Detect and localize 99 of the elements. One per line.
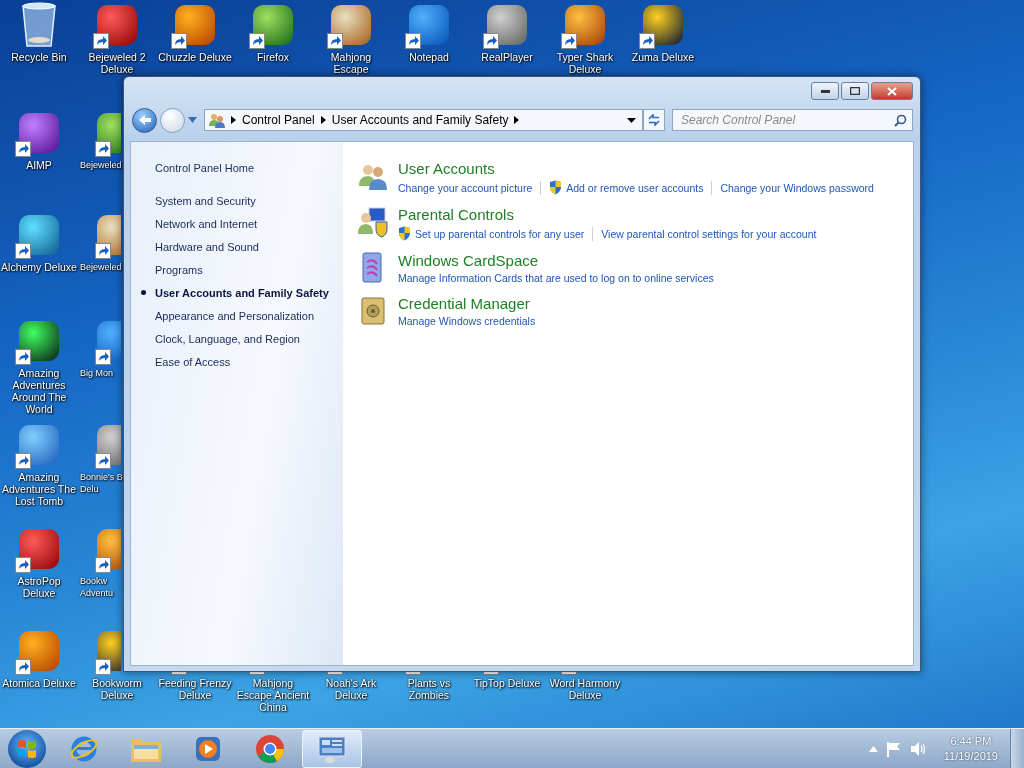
show-hidden-icons-button[interactable]	[868, 745, 878, 752]
refresh-button[interactable]	[643, 109, 665, 131]
app-icon	[173, 3, 217, 47]
breadcrumb-item[interactable]: User Accounts and Family Safety	[331, 113, 509, 127]
shield-icon	[549, 180, 563, 195]
minimize-icon	[820, 89, 830, 93]
icon-label: Mahjong Escape Ancient China	[235, 677, 311, 713]
icon-label: RealPlayer	[481, 51, 533, 63]
category-title[interactable]: Credential Manager	[398, 295, 530, 312]
task-link[interactable]: Set up parental controls for any user	[398, 226, 585, 241]
app-icon	[251, 3, 295, 47]
speaker-icon	[909, 740, 926, 757]
app-icon	[17, 423, 61, 467]
close-button[interactable]	[871, 82, 913, 100]
task-link[interactable]: Change your Windows password	[720, 181, 874, 194]
windows-logo-icon	[17, 738, 37, 759]
address-bar[interactable]: Control Panel User Accounts and Family Safety	[204, 109, 643, 131]
app-icon	[17, 319, 61, 363]
icon-label: Atomica Deluxe	[2, 677, 76, 689]
back-button[interactable]	[132, 107, 157, 133]
close-icon	[887, 86, 897, 96]
breadcrumb-arrow-icon	[514, 116, 520, 124]
icon-label: Notepad	[409, 51, 449, 63]
maximize-icon	[850, 87, 860, 95]
flag-icon	[885, 740, 902, 757]
control-panel-icon	[209, 112, 225, 128]
category-title[interactable]: Windows CardSpace	[398, 252, 539, 269]
icon-label: Bookw Adventu	[80, 575, 115, 599]
recent-pages-button[interactable]	[188, 117, 197, 123]
show-desktop-button[interactable]	[1010, 729, 1024, 768]
shield-icon	[398, 226, 411, 241]
flag-button[interactable]	[885, 740, 902, 757]
icon-label: Firefox	[256, 51, 290, 63]
breadcrumb-arrow-icon	[320, 116, 326, 124]
icon-label: Bejeweled	[80, 159, 122, 171]
chrome-icon	[255, 733, 285, 764]
icon-label: Mahjong Escape	[329, 51, 373, 75]
app-icon	[17, 527, 61, 571]
category-title[interactable]: Parental Controls	[398, 206, 514, 223]
icon-label: Alchemy Deluxe	[1, 261, 77, 273]
app-icon	[641, 3, 685, 47]
task-link[interactable]: View parental control settings for your account	[601, 227, 817, 240]
app-icon	[17, 111, 61, 155]
app-icon	[407, 3, 451, 47]
icon-label: Bonnie's B Delu	[80, 471, 124, 495]
sidebar-item[interactable]: Clock, Language, and Region	[155, 327, 300, 350]
app-icon	[17, 629, 61, 673]
icon-label: Amazing Adventures The Lost Tomb	[1, 471, 77, 507]
recycle-bin-icon	[20, 2, 58, 48]
sidebar-item[interactable]: System and Security	[155, 189, 256, 212]
app-icon	[17, 213, 61, 257]
icon-label: Chuzzle Deluxe	[158, 51, 232, 63]
volume-button[interactable]	[909, 740, 926, 757]
taskbar-button[interactable]	[302, 729, 362, 768]
up-arrow-icon	[868, 745, 878, 752]
search-field[interactable]: Search Control Panel	[672, 109, 913, 131]
task-link[interactable]: Change your account picture	[398, 181, 533, 194]
app-icon	[485, 3, 529, 47]
icon-label: Word Harmony Deluxe	[548, 677, 622, 701]
task-link[interactable]: Add or remove user accounts	[549, 180, 704, 195]
start-button[interactable]	[8, 729, 46, 768]
sidebar-item[interactable]: Hardware and Sound	[155, 235, 259, 258]
icon-label: Big Mon	[80, 367, 114, 379]
parental-controls-icon	[357, 206, 389, 238]
icon-label: Plants vs Zombies	[406, 677, 452, 701]
icon-label: Bookworm Deluxe	[91, 677, 143, 701]
icon-label: AstroPop Deluxe	[16, 575, 62, 599]
app-icon	[563, 3, 607, 47]
icon-label: Typer Shark Deluxe	[555, 51, 615, 75]
breadcrumb-arrow-icon	[231, 116, 236, 124]
breadcrumb-item[interactable]: Control Panel	[242, 113, 315, 127]
sidebar-item[interactable]: Ease of Access	[155, 350, 231, 373]
sidebar-item[interactable]: Appearance and Personalization	[155, 304, 314, 327]
sidebar-item[interactable]: Programs	[155, 258, 203, 281]
icon-label: Bejeweled	[80, 261, 122, 273]
icon-label: TipTop Deluxe	[473, 677, 541, 689]
icon-label: AIMP	[26, 159, 52, 171]
app-icon	[329, 3, 373, 47]
maximize-button[interactable]	[841, 82, 869, 100]
caret-icon	[188, 117, 197, 123]
back-arrow-icon	[137, 114, 152, 126]
icon-label: Recycle Bin	[11, 51, 67, 63]
category-title[interactable]: User Accounts	[398, 160, 495, 177]
task-link[interactable]: Manage Windows credentials	[398, 315, 536, 327]
icon-label: Feeding Frenzy Deluxe	[157, 677, 233, 701]
icon-label: Bejeweled 2 Deluxe	[87, 51, 147, 75]
sidebar-link[interactable]: Control Panel Home	[155, 156, 255, 179]
minimize-button[interactable]	[811, 82, 839, 100]
sidebar-item[interactable]: User Accounts and Family Safety	[141, 281, 329, 304]
search-icon	[894, 114, 907, 127]
sidebar-item[interactable]: Network and Internet	[155, 212, 258, 235]
caret-icon	[627, 117, 636, 123]
forward-button[interactable]	[160, 107, 185, 133]
app-icon	[95, 3, 139, 47]
refresh-icon	[647, 114, 661, 126]
task-link[interactable]: Manage Information Cards that are used to log on to online services	[398, 272, 714, 284]
icon-label: Amazing Adventures Around The World	[10, 367, 68, 415]
icon-label: Noah's Ark Deluxe	[324, 677, 378, 701]
icon-label: Zuma Deluxe	[631, 51, 695, 63]
